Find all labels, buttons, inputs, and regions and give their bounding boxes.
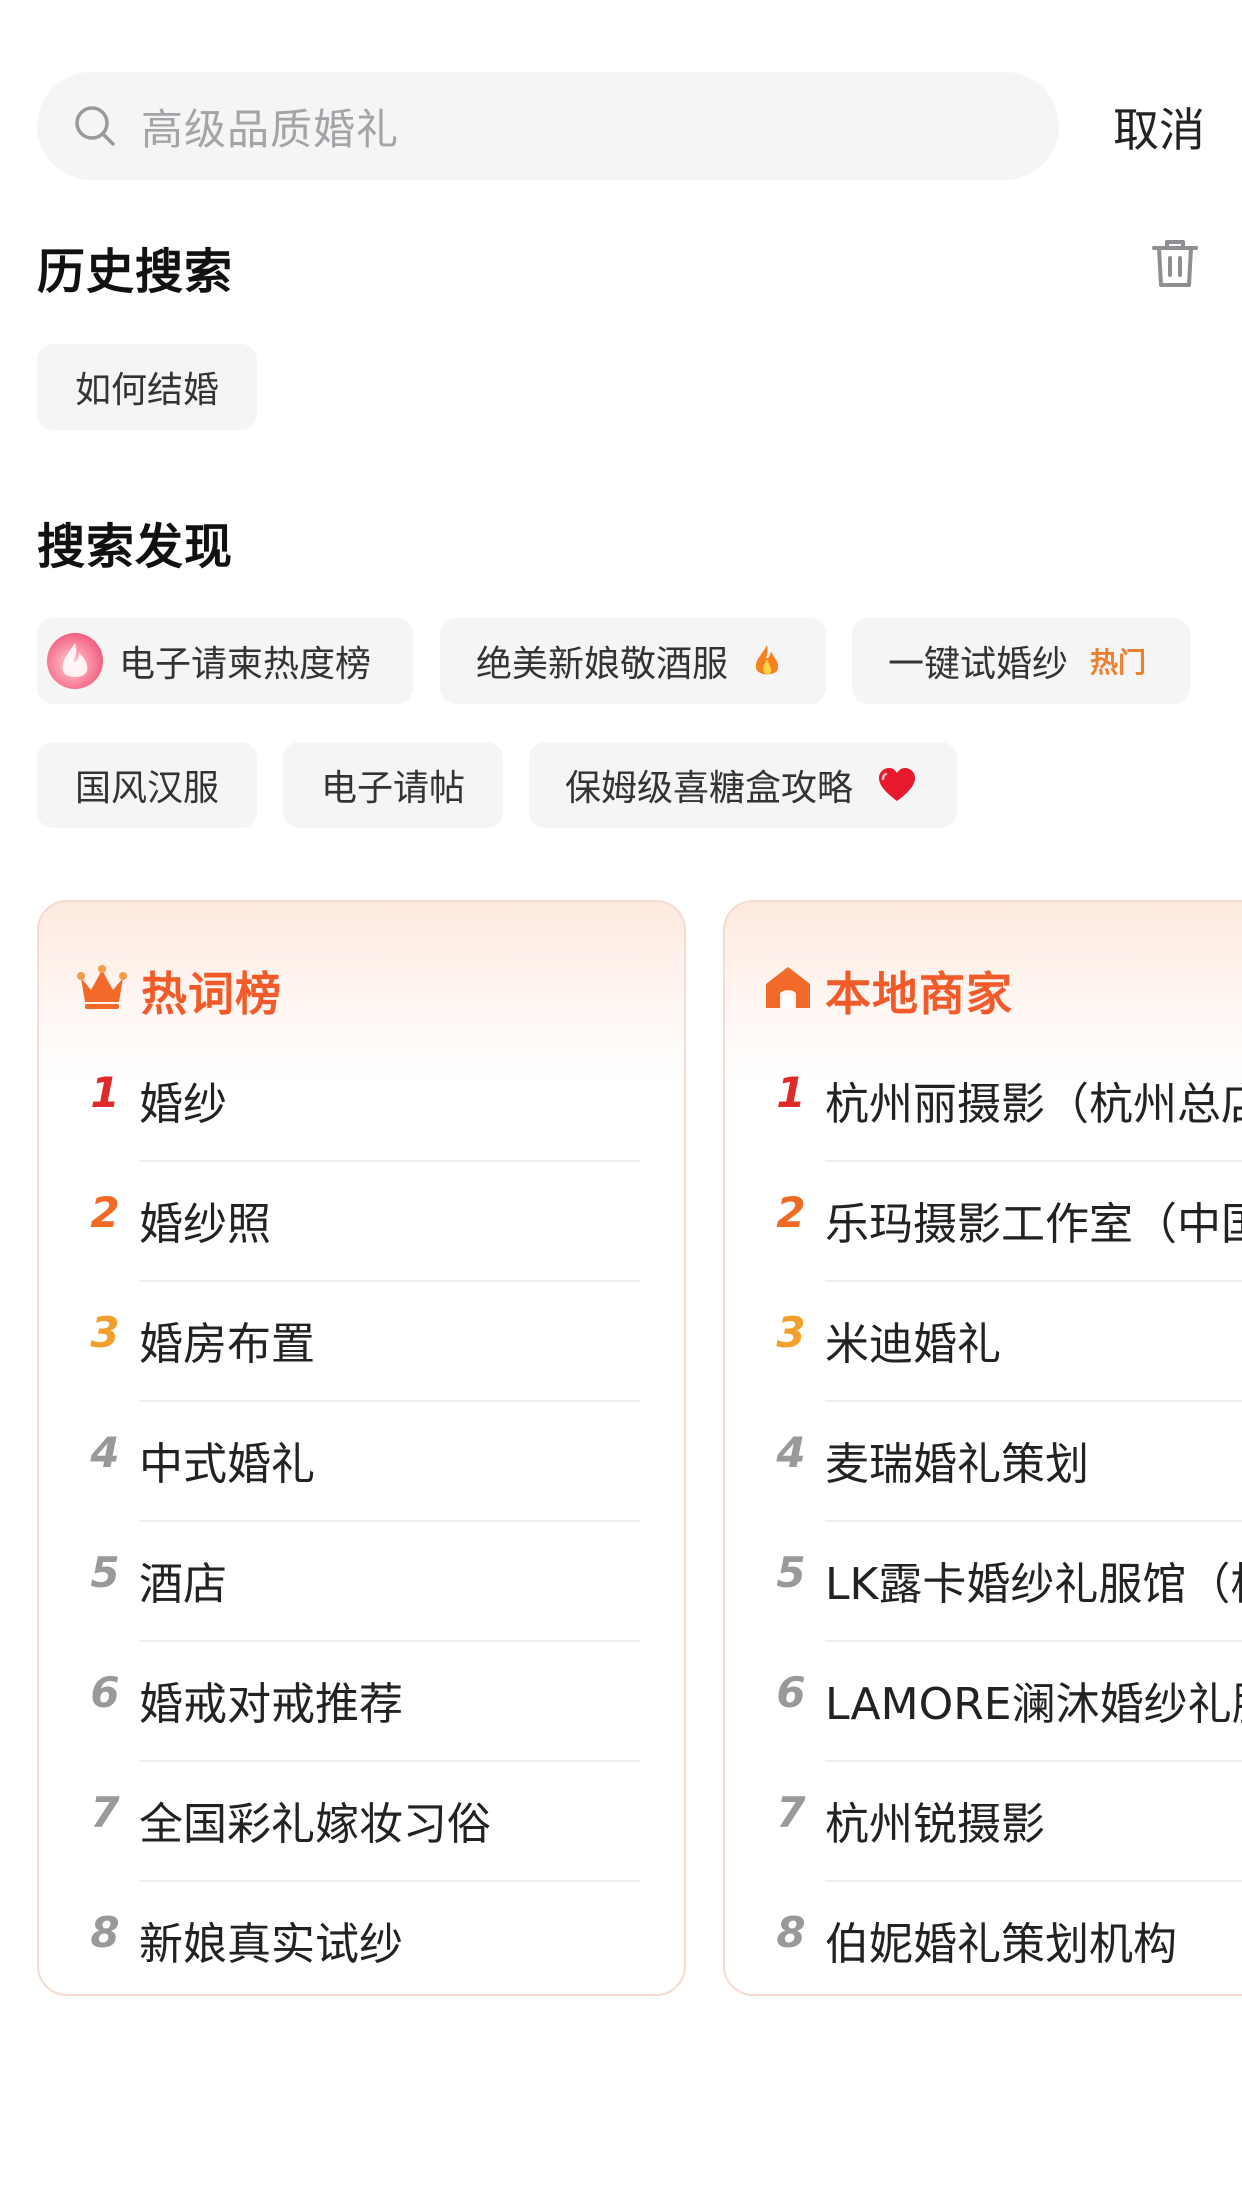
rank-label: 婚戒对戒推荐 xyxy=(139,1679,403,1730)
rank-number: 1 xyxy=(90,1068,120,1117)
rank-number: 5 xyxy=(776,1548,806,1597)
merchant-name: LAMORE澜沐婚纱礼服 xyxy=(825,1679,1242,1730)
search-placeholder: 高级品质婚礼 xyxy=(141,104,400,154)
cancel-button[interactable]: 取消 xyxy=(1113,94,1205,160)
merchant-row[interactable]: 6 LAMORE澜沐婚纱礼服 xyxy=(725,1642,1242,1762)
trash-icon[interactable] xyxy=(1148,235,1202,291)
rank-number: 1 xyxy=(776,1068,806,1117)
discover-item-invitation-rank[interactable]: 电子请柬热度榜 xyxy=(37,618,413,704)
rank-number: 3 xyxy=(90,1308,120,1357)
fire-icon xyxy=(755,645,779,675)
merchant-row[interactable]: 4 麦瑞婚礼策划 xyxy=(725,1402,1242,1522)
rank-number: 7 xyxy=(776,1788,806,1837)
merchant-row[interactable]: 2 乐玛摄影工作室（中国 xyxy=(725,1162,1242,1282)
merchant-name: 麦瑞婚礼策划 xyxy=(825,1439,1089,1490)
merchant-name: 杭州锐摄影 xyxy=(825,1799,1045,1850)
merchant-row[interactable]: 1 杭州丽摄影（杭州总店 xyxy=(725,1042,1242,1162)
rank-number: 8 xyxy=(776,1908,806,1957)
merchant-name: 伯妮婚礼策划机构 xyxy=(825,1919,1177,1970)
merchant-name: 米迪婚礼 xyxy=(825,1319,1001,1370)
rank-label: 全国彩礼嫁妆习俗 xyxy=(139,1799,491,1850)
rank-number: 5 xyxy=(90,1548,120,1597)
search-row: 高级品质婚礼 取消 xyxy=(37,72,1205,180)
rank-label: 婚房布置 xyxy=(139,1319,315,1370)
rank-number: 3 xyxy=(776,1308,806,1357)
discover-item-hanfu[interactable]: 国风汉服 xyxy=(37,742,257,828)
discover-title: 搜索发现 xyxy=(37,519,234,575)
rank-label: 中式婚礼 xyxy=(139,1439,315,1490)
hot-word-row[interactable]: 6 婚戒对戒推荐 xyxy=(39,1642,684,1762)
history-item[interactable]: 如何结婚 xyxy=(37,344,257,430)
rank-number: 6 xyxy=(776,1668,806,1717)
rank-number: 2 xyxy=(90,1188,120,1237)
local-merchants-card: 本地商家 1 杭州丽摄影（杭州总店 2 乐玛摄影工作室（中国 3 米迪婚礼 4 … xyxy=(723,900,1242,1996)
hot-word-row[interactable]: 8 新娘真实试纱 xyxy=(39,1882,684,1994)
discover-item-candy-box[interactable]: 保姆级喜糖盒攻略 xyxy=(529,742,957,828)
merchant-name: 杭州丽摄影（杭州总店 xyxy=(825,1079,1242,1130)
history-title: 历史搜索 xyxy=(37,244,234,300)
merchant-row[interactable]: 3 米迪婚礼 xyxy=(725,1282,1242,1402)
rank-number: 8 xyxy=(90,1908,120,1957)
search-icon xyxy=(75,106,115,146)
flame-badge-icon xyxy=(47,633,103,689)
local-merchants-title: 本地商家 xyxy=(825,967,1013,1021)
hot-words-title: 热词榜 xyxy=(141,967,282,1021)
merchant-row[interactable]: 7 杭州锐摄影 xyxy=(725,1762,1242,1882)
rank-number: 2 xyxy=(776,1188,806,1237)
rank-number: 4 xyxy=(776,1428,806,1477)
merchant-row[interactable]: 5 LK露卡婚纱礼服馆（杭 xyxy=(725,1522,1242,1642)
hot-word-row[interactable]: 1 婚纱 xyxy=(39,1042,684,1162)
merchant-row[interactable]: 8 伯妮婚礼策划机构 xyxy=(725,1882,1242,1994)
rank-label: 婚纱照 xyxy=(139,1199,271,1250)
merchant-name: 乐玛摄影工作室（中国 xyxy=(825,1199,1242,1250)
hot-words-card: 热词榜 1 婚纱 2 婚纱照 3 婚房布置 4 中式婚礼 5 酒店 6 婚戒对戒… xyxy=(37,900,686,1996)
hot-word-row[interactable]: 7 全国彩礼嫁妆习俗 xyxy=(39,1762,684,1882)
house-icon xyxy=(766,967,810,1008)
hot-word-row[interactable]: 5 酒店 xyxy=(39,1522,684,1642)
hot-tag: 热门 xyxy=(1090,646,1147,679)
search-input[interactable]: 高级品质婚礼 xyxy=(37,72,1059,180)
search-page: 高级品质婚礼 取消 历史搜索 如何结婚 搜索发现 电子请柬热度榜 绝美新娘敬酒服 xyxy=(0,0,1242,2208)
rank-label: 新娘真实试纱 xyxy=(139,1919,403,1970)
merchant-name: LK露卡婚纱礼服馆（杭 xyxy=(825,1559,1242,1610)
crown-icon xyxy=(77,965,127,1009)
discover-item-e-invite[interactable]: 电子请帖 xyxy=(283,742,503,828)
hot-word-row[interactable]: 2 婚纱照 xyxy=(39,1162,684,1282)
discover-item-try-dress[interactable]: 一键试婚纱 热门 xyxy=(852,618,1190,704)
rank-number: 7 xyxy=(90,1788,120,1837)
heart-icon xyxy=(879,768,916,801)
rank-label: 婚纱 xyxy=(139,1079,227,1130)
hot-word-row[interactable]: 3 婚房布置 xyxy=(39,1282,684,1402)
rank-number: 6 xyxy=(90,1668,120,1717)
discover-item-toast-dress[interactable]: 绝美新娘敬酒服 xyxy=(440,618,826,704)
rank-number: 4 xyxy=(90,1428,120,1477)
hot-word-row[interactable]: 4 中式婚礼 xyxy=(39,1402,684,1522)
rank-label: 酒店 xyxy=(139,1559,227,1610)
